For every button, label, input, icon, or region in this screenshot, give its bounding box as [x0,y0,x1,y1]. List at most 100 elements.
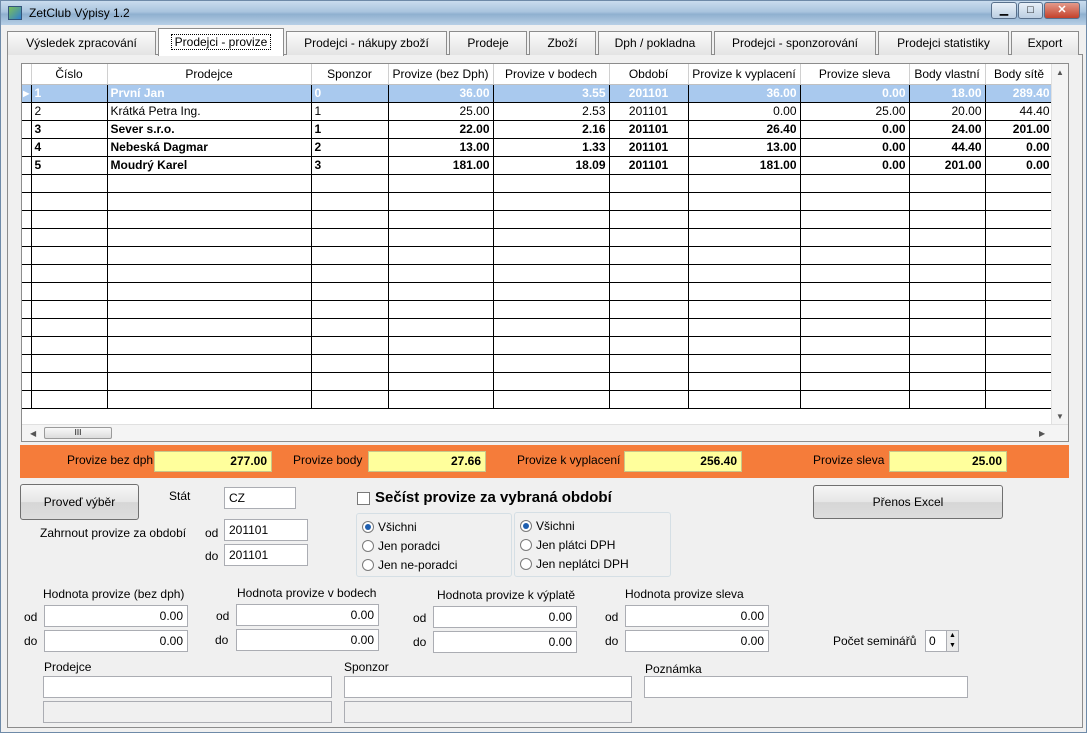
table-cell[interactable]: 2 [31,102,108,121]
table-cell[interactable] [909,228,986,247]
table-cell[interactable] [985,300,1054,319]
table-cell[interactable] [609,354,689,373]
table-cell[interactable] [311,372,389,391]
table-cell[interactable] [311,318,389,337]
table-row[interactable]: ▶ 1 První Jan 0 36.00 3.55 201101 36.00 0.00 18.0… [22,84,1054,103]
column-header[interactable]: Prodejce [107,64,312,85]
column-header[interactable]: Provize v bodech [493,64,610,85]
table-cell[interactable]: 181.00 [388,156,494,175]
table-cell[interactable]: 4 [31,138,108,157]
sleva-od-input[interactable]: 0.00 [625,605,769,627]
table-cell[interactable] [107,300,312,319]
scroll-left-icon[interactable]: ◀ [30,429,36,438]
column-header[interactable]: Provize k vyplacení [688,64,801,85]
table-cell[interactable] [688,318,801,337]
table-row[interactable] [22,354,1054,373]
table-row[interactable] [22,210,1054,229]
table-cell[interactable]: 25.00 [800,102,910,121]
table-cell[interactable] [311,336,389,355]
table-cell[interactable] [688,174,801,193]
table-cell[interactable] [311,228,389,247]
tab-prodejci-sponzorovani[interactable]: Prodejci - sponzorování [714,31,876,55]
table-cell[interactable]: 0.00 [985,138,1054,157]
table-cell[interactable] [388,264,494,283]
vyplate-od-input[interactable]: 0.00 [433,606,577,628]
table-cell[interactable] [909,354,986,373]
scroll-up-icon[interactable]: ▲ [1056,68,1064,77]
table-cell[interactable] [388,300,494,319]
row-indicator[interactable] [22,138,32,157]
table-cell[interactable]: 201101 [609,102,689,121]
table-row[interactable] [22,390,1054,409]
table-row[interactable] [22,336,1054,355]
table-cell[interactable] [800,192,910,211]
table-cell[interactable] [311,174,389,193]
radio-jen-ne-poradci[interactable]: Jen ne-poradci [362,558,457,572]
table-cell[interactable] [609,264,689,283]
table-cell[interactable] [800,372,910,391]
table-cell[interactable] [909,282,986,301]
table-cell[interactable]: 18.00 [909,84,986,103]
table-cell[interactable] [609,228,689,247]
table-cell[interactable]: 0.00 [800,84,910,103]
row-indicator[interactable] [22,174,32,193]
table-cell[interactable]: Nebeská Dagmar [107,138,312,157]
table-cell[interactable] [388,174,494,193]
table-cell[interactable] [493,210,610,229]
table-cell[interactable] [388,318,494,337]
row-indicator[interactable] [22,282,32,301]
table-cell[interactable] [800,228,910,247]
table-cell[interactable] [800,354,910,373]
table-cell[interactable] [311,192,389,211]
column-header[interactable]: Provize sleva [800,64,910,85]
table-cell[interactable] [311,282,389,301]
commission-grid[interactable]: Číslo Prodejce Sponzor Provize (bez Dph)… [21,63,1069,442]
table-cell[interactable] [985,372,1054,391]
table-cell[interactable]: 289.40 [985,84,1054,103]
title-bar[interactable]: ZetClub Výpisy 1.2 ▁ □ ✕ [1,1,1086,25]
table-cell[interactable] [985,192,1054,211]
table-cell[interactable]: 24.00 [909,120,986,139]
table-cell[interactable] [609,336,689,355]
table-cell[interactable] [493,390,610,409]
table-cell[interactable] [31,174,108,193]
table-cell[interactable]: 25.00 [388,102,494,121]
sleva-do-input[interactable]: 0.00 [625,630,769,652]
row-indicator[interactable] [22,210,32,229]
table-cell[interactable] [31,246,108,265]
table-cell[interactable]: 3 [31,120,108,139]
table-cell[interactable] [493,300,610,319]
table-cell[interactable]: 3.55 [493,84,610,103]
row-indicator[interactable] [22,390,32,409]
table-cell[interactable] [311,354,389,373]
table-cell[interactable]: 0.00 [800,138,910,157]
table-cell[interactable] [31,354,108,373]
table-row[interactable]: 3 Sever s.r.o. 1 22.00 2.16 201101 26.40 0.00 24… [22,120,1054,139]
table-cell[interactable] [609,300,689,319]
table-row[interactable] [22,300,1054,319]
table-row[interactable] [22,228,1054,247]
table-cell[interactable] [107,336,312,355]
table-cell[interactable] [31,264,108,283]
radio-jen-poradci[interactable]: Jen poradci [362,539,440,553]
poznamka-input[interactable] [644,676,968,698]
table-cell[interactable]: 201.00 [985,120,1054,139]
table-cell[interactable] [493,318,610,337]
table-cell[interactable] [609,210,689,229]
table-cell[interactable] [388,282,494,301]
pocet-seminaru-spinner[interactable]: ▲ ▼ [946,630,959,652]
column-header[interactable]: Body sítě [985,64,1054,85]
table-cell[interactable] [609,318,689,337]
row-indicator[interactable] [22,354,32,373]
table-cell[interactable] [493,336,610,355]
table-cell[interactable]: Sever s.r.o. [107,120,312,139]
table-cell[interactable]: 44.40 [909,138,986,157]
table-cell[interactable] [909,372,986,391]
table-cell[interactable]: 0.00 [688,102,801,121]
table-cell[interactable]: 20.00 [909,102,986,121]
table-cell[interactable] [609,372,689,391]
tab-dph-pokladna[interactable]: Dph / pokladna [598,31,712,55]
table-cell[interactable] [31,336,108,355]
table-cell[interactable] [493,228,610,247]
table-cell[interactable]: 13.00 [688,138,801,157]
